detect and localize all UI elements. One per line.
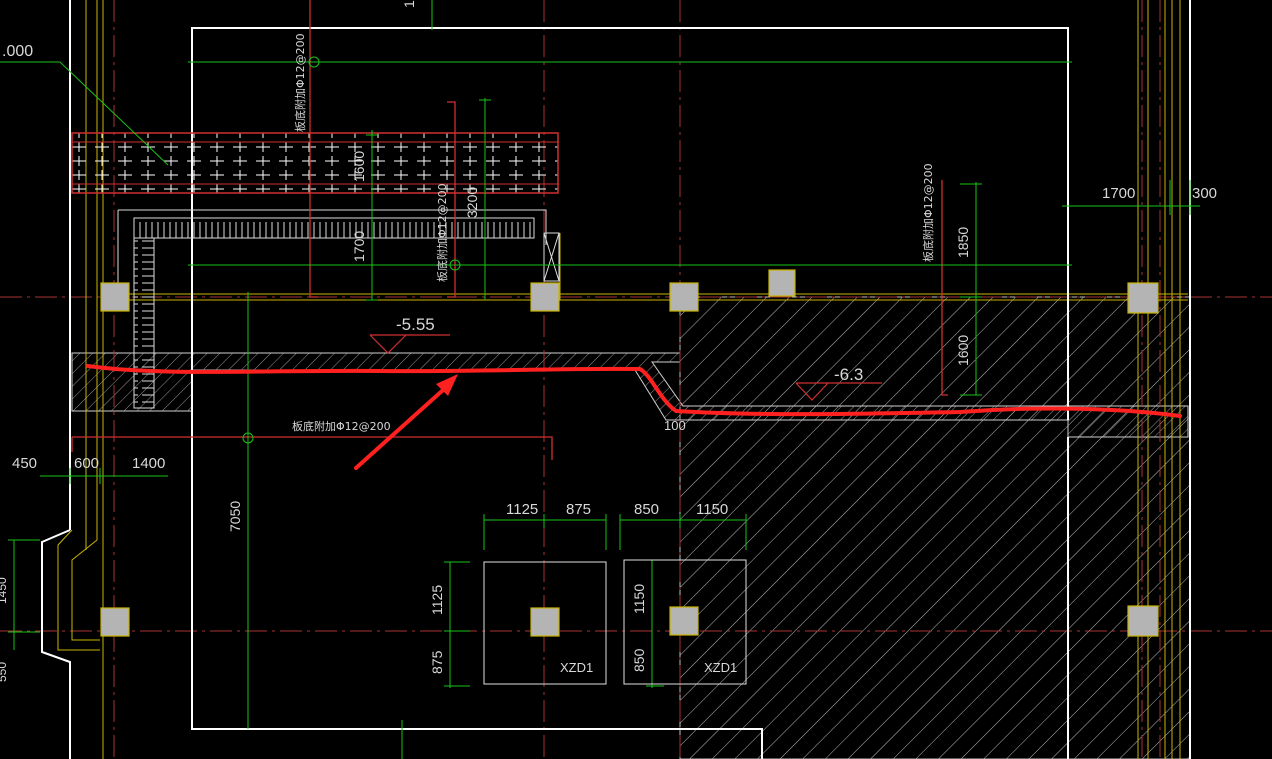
elevation-label: -5.55 bbox=[396, 315, 435, 334]
dimension-text: 100 bbox=[664, 418, 686, 433]
dimension-text: 1700 bbox=[351, 231, 367, 262]
dimension-text: 850 bbox=[634, 501, 659, 518]
dimension-text: 1150 bbox=[696, 501, 728, 518]
dimension-text: 1450 bbox=[0, 577, 9, 604]
dimension-text: 850 bbox=[631, 648, 647, 672]
dimension-text: 1700 bbox=[1102, 185, 1135, 202]
dimension-text: 1150 bbox=[631, 584, 647, 614]
hatched-slab-region bbox=[679, 296, 1191, 759]
dimension-text: 875 bbox=[566, 501, 591, 518]
elevation-label: -6.3 bbox=[834, 365, 863, 384]
pile-cap-label: XZD1 bbox=[704, 660, 737, 675]
dimension-text: 1600 bbox=[351, 151, 367, 182]
dimension-text: 7050 bbox=[227, 501, 243, 532]
rebar-note: 板底附加Φ12@200 bbox=[921, 163, 935, 262]
dimension-text: 1125 bbox=[506, 501, 538, 518]
elevation-label-top-left: .000 bbox=[2, 43, 33, 60]
dimension-text: 1850 bbox=[955, 227, 971, 258]
dimension-text: 550 bbox=[0, 662, 9, 682]
dimension-text: 875 bbox=[429, 650, 445, 674]
cad-drawing-canvas[interactable]: .000 -5.55 -6.3 1700 300 1850 1600 1600 … bbox=[0, 0, 1272, 759]
dimension-text: 1400 bbox=[132, 455, 165, 472]
dimension-text: 450 bbox=[12, 455, 37, 472]
dimension-text: 300 bbox=[1192, 185, 1217, 202]
dimension-text: 600 bbox=[74, 455, 99, 472]
dimension-text: 3200 bbox=[464, 187, 480, 218]
cad-drawing: .000 -5.55 -6.3 1700 300 1850 1600 1600 … bbox=[0, 0, 1272, 759]
dimension-text: 1 bbox=[401, 0, 417, 8]
pile-cap-label: XZD1 bbox=[560, 660, 593, 675]
dimension-text: 1600 bbox=[955, 335, 971, 366]
rebar-note: 板底附加Φ12@200 bbox=[435, 183, 449, 282]
rebar-note: 板底附加Φ12@200 bbox=[293, 33, 307, 132]
dimension-text: 1125 bbox=[429, 585, 445, 615]
rebar-note: 板底附加Φ12@200 bbox=[292, 419, 391, 433]
